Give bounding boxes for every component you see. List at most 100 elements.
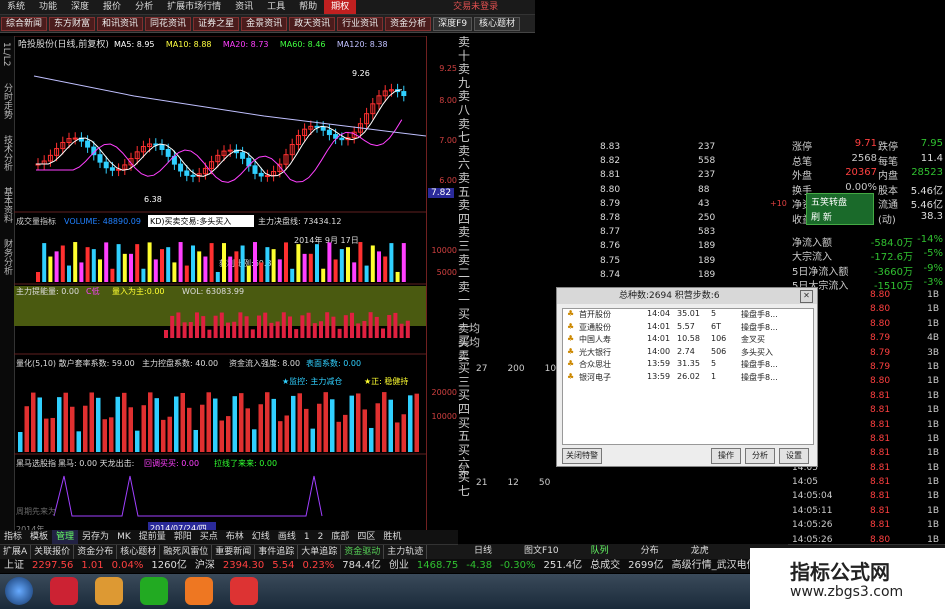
menu-item-3[interactable]: 报价 [96,0,128,14]
alert-row[interactable]: ♣ 合众思壮 13:59 31.35 5 操盘手8... [563,359,813,372]
status-item-6: 2394.30 [222,560,265,571]
app-icon-3[interactable] [185,577,213,605]
news-tab-5[interactable]: 金景资讯 [241,17,288,31]
right-tab-3[interactable]: 分布 [625,544,675,558]
right-tab-4[interactable]: 龙虎 [675,544,725,558]
alert-price: 35.01 [677,309,700,318]
qz-2: 主力控盘系数: 40.00 [142,358,218,368]
ob-mark: +10 [770,198,787,208]
side-tab-4[interactable]: 财务分析 [1,239,14,275]
settings-button[interactable]: 设置 [779,448,809,464]
alert-list[interactable]: ♣ 首开股份 14:04 35.01 5 操盘手8... ♣ 亚通股份 14:01 5.57 6T 操… [562,308,814,445]
refresh-button[interactable]: 刷 新 [807,209,873,224]
watermark-brand: 指标公式网 www.zbgs3.com [750,548,945,609]
app-icon-1[interactable] [50,577,78,605]
news-tab-1[interactable]: 东方财富 [49,17,96,31]
ext-tab-6[interactable]: 事件追踪 [255,545,299,559]
kline-chart-area[interactable]: 哈投股份(日线,前复权) MA5: 8.95 MA10: 8.88 MA20: 8.7… [14,35,427,536]
indicator-tab-8[interactable]: 布林 [222,530,248,544]
news-tab-0[interactable]: 综合新闻 [1,17,48,31]
energy-bar [343,315,348,338]
ext-tab-2[interactable]: 资金分布 [74,545,118,559]
alert-row[interactable]: ♣ 光大银行 14:00 2.74 506 多头买入 [563,347,813,360]
quant-bar [349,395,354,452]
indicator-tab-15[interactable]: 胜机 [379,530,405,544]
menu-item-7[interactable]: 工具 [260,0,292,14]
ext-tab-4[interactable]: 融死风雷位 [160,545,213,559]
ext-tab-8[interactable]: 资金驱动 [341,545,385,559]
ext-tab-3[interactable]: 核心题材 [117,545,161,559]
quant-bar [141,405,146,452]
news-tab-10[interactable]: 核心题材 [474,17,521,31]
tick-vol: 1B [927,433,939,444]
news-tab-2[interactable]: 和讯资讯 [97,17,144,31]
indicator-tab-3[interactable]: 另存为 [78,530,113,544]
app-icon-2[interactable] [140,577,168,605]
indicator-tab-4[interactable]: MK [113,530,135,544]
alert-vol: 506 [711,346,727,356]
status-item-4: 1260亿 [151,560,187,571]
menu-item-4[interactable]: 分析 [128,0,160,14]
menu-item-5[interactable]: 扩展市场行情 [160,0,228,14]
right-tab-1[interactable]: 图文F10 [508,544,575,558]
ext-tab-5[interactable]: 重要新闻 [212,545,256,559]
start-icon[interactable] [5,577,33,605]
right-tab-2[interactable]: 队列 [575,544,625,558]
side-tab-1[interactable]: 分时走势 [1,83,14,119]
indicator-tab-12[interactable]: 2 [314,530,328,544]
vol-bar [85,247,90,282]
indicator-tab-1[interactable]: 模板 [26,530,52,544]
ext-tab-1[interactable]: 关联报价 [31,545,75,559]
indicator-tab-11[interactable]: 1 [300,530,314,544]
kline-chart-svg[interactable]: 哈投股份(日线,前复权) MA5: 8.95 MA10: 8.88 MA20: 8.7… [14,35,427,536]
menu-item-1[interactable]: 功能 [32,0,64,14]
alert-dialog[interactable]: 总种数:2694 积营步数:6 ✕ ♣ 首开股份 14:04 35.01 5 操盘手8..… [556,287,818,467]
ob-price: 8.80 [600,184,621,195]
menu-item-options[interactable]: 期权 [324,0,357,14]
ext-tab-0[interactable]: 扩展A [0,545,32,559]
news-tab-7[interactable]: 行业资讯 [337,17,384,31]
quant-bar [291,395,296,452]
news-tab-9[interactable]: 深度F9 [433,17,473,31]
news-tab-4[interactable]: 证券之星 [193,17,240,31]
analyze-button[interactable]: 分析 [745,448,775,464]
alert-row[interactable]: ♣ 银河电子 13:59 26.02 1 操盘手8... [563,372,813,385]
alert-name: 光大银行 [579,347,611,357]
vol-bar [284,242,288,282]
indicator-tab-9[interactable]: 幻线 [248,530,274,544]
side-tab-0[interactable]: 1L/L2 [1,42,11,67]
menu-item-6[interactable]: 资讯 [228,0,260,14]
rotation-popup[interactable]: 五笑转盘 刷 新 [806,193,874,225]
operate-button[interactable]: 操作 [711,448,741,464]
indicator-tab-7[interactable]: 买点 [196,530,222,544]
indicator-tab-2[interactable]: 管理 [52,530,79,544]
alert-row[interactable]: ♣ 首开股份 14:04 35.01 5 操盘手8... [563,309,813,322]
ext-tab-7[interactable]: 大单追踪 [298,545,342,559]
alert-icon: ♣ [567,359,575,368]
indicator-tab-5[interactable]: 提前量 [135,530,170,544]
news-tab-8[interactable]: 资金分析 [385,17,432,31]
indicator-tab-14[interactable]: 四区 [353,530,379,544]
ext-tab-9[interactable]: 主力轨迹 [384,545,428,559]
close-alert-button[interactable]: 关闭特警 [562,448,602,464]
indicator-tab-6[interactable]: 郭阳 [170,530,196,544]
news-tab-3[interactable]: 同花资讯 [145,17,192,31]
menu-item-0[interactable]: 系统 [0,0,32,14]
right-tab-0[interactable]: 日线 [458,544,508,558]
side-tab-3[interactable]: 基本资料 [1,187,14,223]
indicator-tab-0[interactable]: 指标 [0,530,26,544]
ob-vol: 189 [698,255,716,266]
folder-icon[interactable] [95,577,123,605]
alert-row[interactable]: ♣ 亚通股份 14:01 5.57 6T 操盘手8... [563,322,813,335]
vol-bar [172,262,177,282]
indicator-tab-13[interactable]: 底部 [327,530,353,544]
menu-item-8[interactable]: 帮助 [292,0,324,14]
alert-row[interactable]: ♣ 中国人寿 14:01 10.58 106 金叉买 [563,334,813,347]
app-icon-4[interactable] [230,577,258,605]
tick-price: 8.81 [870,405,891,416]
side-tab-2[interactable]: 技术分析 [1,135,14,171]
menu-item-2[interactable]: 深度 [64,0,96,14]
news-tab-6[interactable]: 政天资讯 [289,17,336,31]
close-icon[interactable]: ✕ [800,290,813,303]
indicator-tab-10[interactable]: 画线 [274,530,300,544]
